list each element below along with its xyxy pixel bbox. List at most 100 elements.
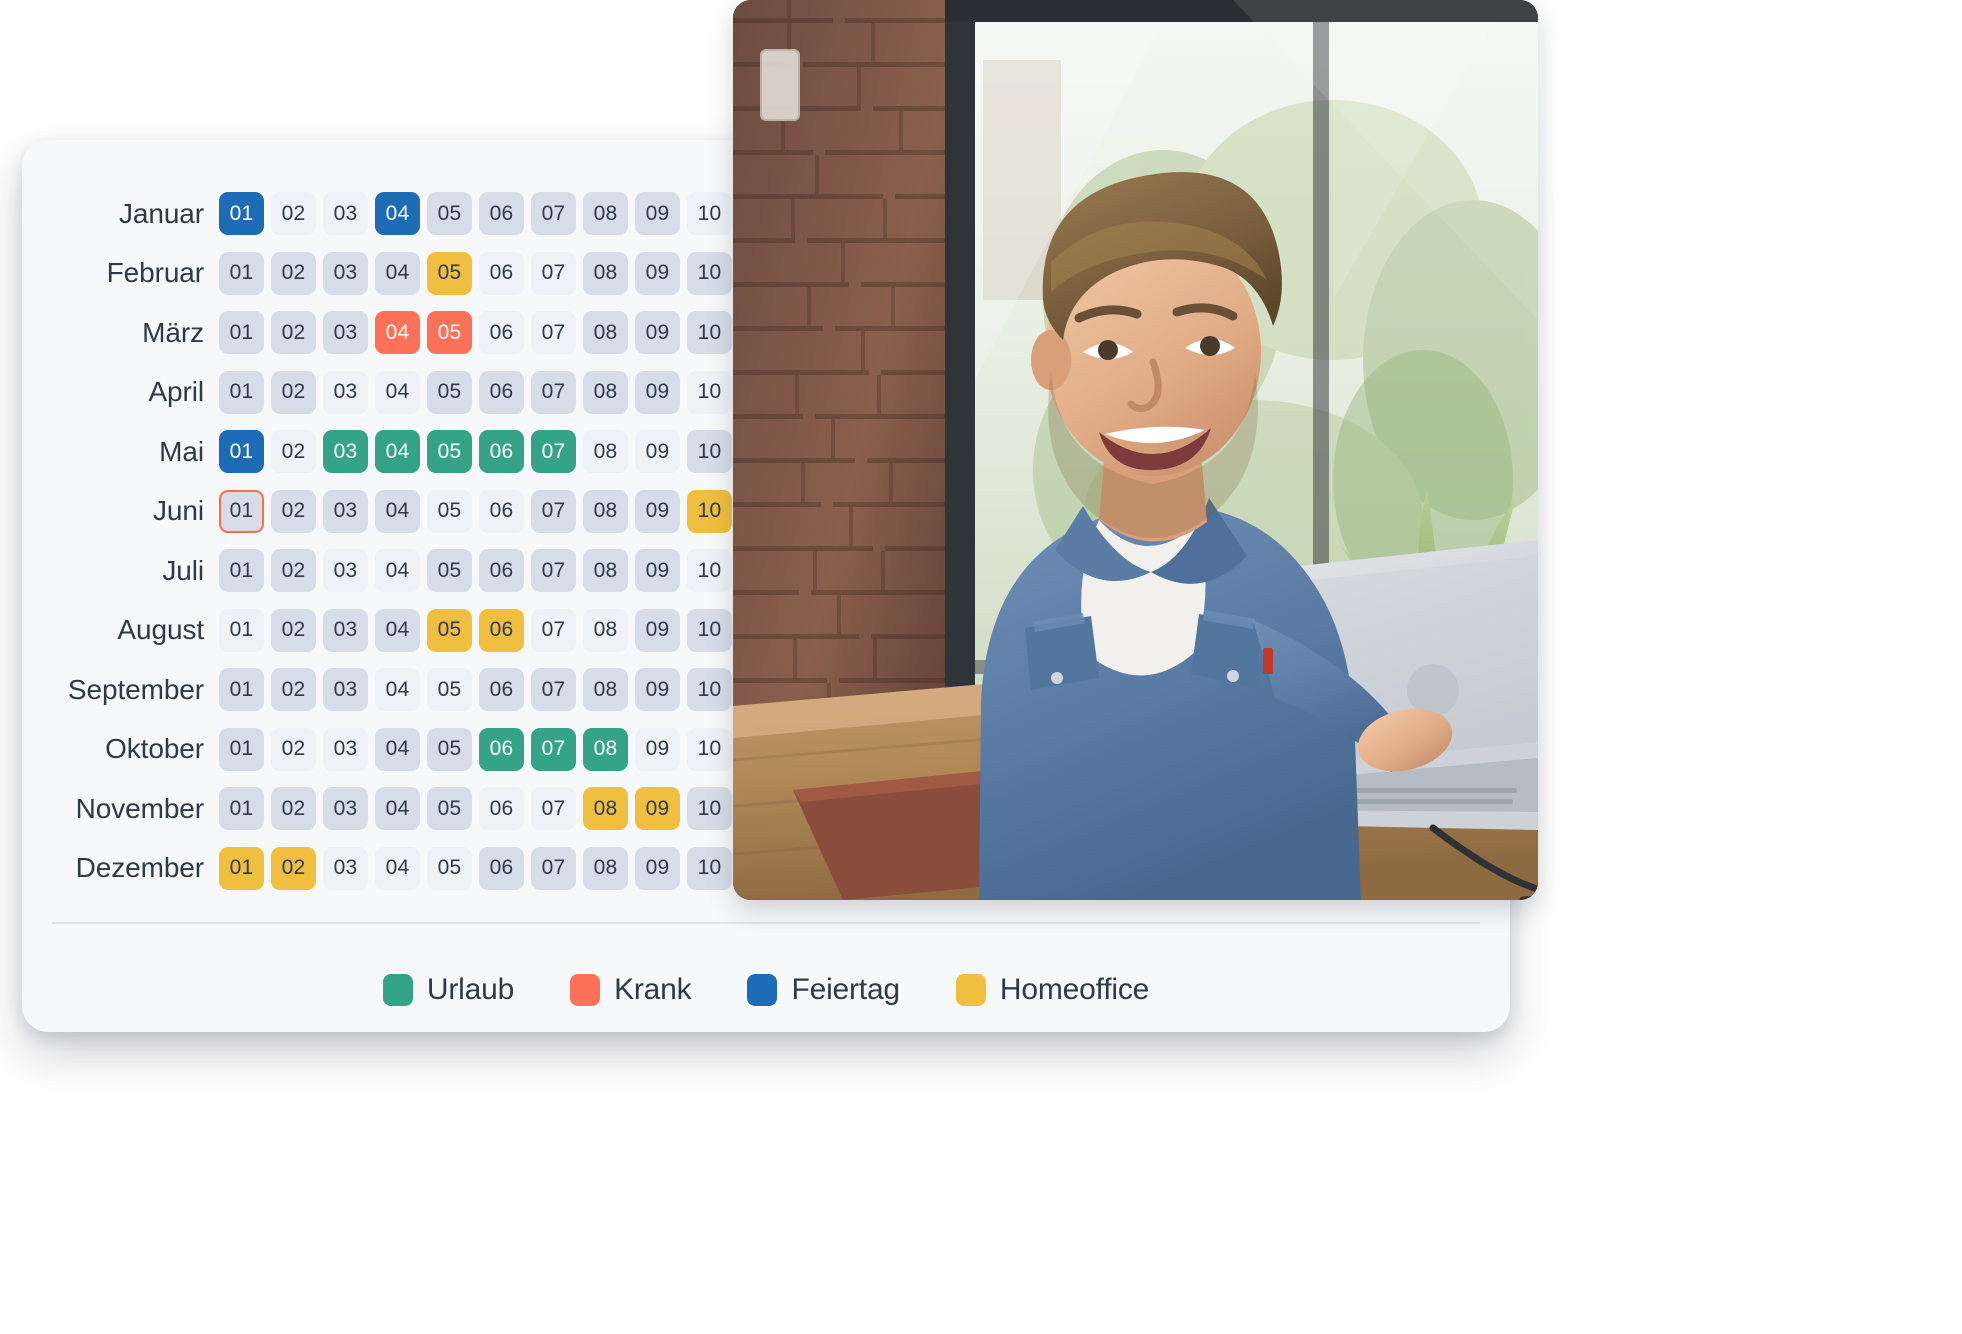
- day-cell[interactable]: 04: [375, 549, 420, 593]
- day-cell[interactable]: 04: [375, 668, 420, 712]
- day-cell[interactable]: 07: [531, 608, 576, 652]
- day-cell[interactable]: 06: [479, 430, 524, 474]
- day-cell[interactable]: 06: [479, 549, 524, 593]
- day-cell[interactable]: 03: [323, 727, 368, 771]
- day-cell[interactable]: 03: [323, 251, 368, 295]
- day-cell[interactable]: 09: [635, 370, 680, 414]
- day-cell[interactable]: 07: [531, 846, 576, 890]
- day-cell[interactable]: 04: [375, 608, 420, 652]
- day-cell[interactable]: 10: [687, 549, 732, 593]
- day-cell[interactable]: 01: [219, 549, 264, 593]
- day-cell[interactable]: 08: [583, 251, 628, 295]
- day-cell[interactable]: 03: [323, 549, 368, 593]
- day-cell[interactable]: 03: [323, 489, 368, 533]
- day-cell[interactable]: 08: [583, 192, 628, 236]
- day-cell[interactable]: 04: [375, 727, 420, 771]
- day-cell[interactable]: 04: [375, 489, 420, 533]
- day-cell[interactable]: 05: [427, 489, 472, 533]
- day-cell[interactable]: 05: [427, 311, 472, 355]
- day-cell[interactable]: 07: [531, 251, 576, 295]
- day-cell[interactable]: 07: [531, 489, 576, 533]
- day-cell[interactable]: 08: [583, 430, 628, 474]
- day-cell[interactable]: 02: [271, 251, 316, 295]
- day-cell[interactable]: 02: [271, 787, 316, 831]
- day-cell[interactable]: 04: [375, 370, 420, 414]
- day-cell[interactable]: 09: [635, 430, 680, 474]
- day-cell[interactable]: 07: [531, 311, 576, 355]
- day-cell[interactable]: 01: [219, 846, 264, 890]
- day-cell[interactable]: 03: [323, 311, 368, 355]
- day-cell[interactable]: 08: [583, 787, 628, 831]
- day-cell[interactable]: 08: [583, 668, 628, 712]
- day-cell[interactable]: 10: [687, 192, 732, 236]
- day-cell[interactable]: 02: [271, 727, 316, 771]
- day-cell[interactable]: 01: [219, 192, 264, 236]
- day-cell[interactable]: 09: [635, 549, 680, 593]
- day-cell[interactable]: 06: [479, 489, 524, 533]
- day-cell[interactable]: 02: [271, 370, 316, 414]
- day-cell[interactable]: 06: [479, 370, 524, 414]
- day-cell[interactable]: 07: [531, 787, 576, 831]
- day-cell[interactable]: 08: [583, 370, 628, 414]
- day-cell[interactable]: 03: [323, 668, 368, 712]
- day-cell[interactable]: 02: [271, 192, 316, 236]
- day-cell[interactable]: 01: [219, 251, 264, 295]
- day-cell[interactable]: 09: [635, 727, 680, 771]
- day-cell[interactable]: 01: [219, 727, 264, 771]
- day-cell[interactable]: 04: [375, 311, 420, 355]
- day-cell[interactable]: 05: [427, 251, 472, 295]
- day-cell[interactable]: 06: [479, 608, 524, 652]
- day-cell[interactable]: 06: [479, 787, 524, 831]
- day-cell[interactable]: 06: [479, 668, 524, 712]
- day-cell[interactable]: 10: [687, 668, 732, 712]
- day-cell[interactable]: 03: [323, 430, 368, 474]
- day-cell[interactable]: 09: [635, 668, 680, 712]
- day-cell[interactable]: 02: [271, 549, 316, 593]
- day-cell[interactable]: 10: [687, 608, 732, 652]
- day-cell[interactable]: 03: [323, 192, 368, 236]
- day-cell[interactable]: 10: [687, 311, 732, 355]
- day-cell[interactable]: 01: [219, 430, 264, 474]
- day-cell[interactable]: 02: [271, 668, 316, 712]
- day-cell[interactable]: 04: [375, 846, 420, 890]
- day-cell[interactable]: 09: [635, 608, 680, 652]
- day-cell[interactable]: 05: [427, 192, 472, 236]
- day-cell[interactable]: 10: [687, 430, 732, 474]
- day-cell[interactable]: 05: [427, 668, 472, 712]
- day-cell[interactable]: 07: [531, 370, 576, 414]
- day-cell[interactable]: 06: [479, 846, 524, 890]
- day-cell[interactable]: 10: [687, 787, 732, 831]
- day-cell[interactable]: 04: [375, 430, 420, 474]
- day-cell[interactable]: 01: [219, 668, 264, 712]
- day-cell[interactable]: 06: [479, 727, 524, 771]
- day-cell[interactable]: 03: [323, 608, 368, 652]
- day-cell[interactable]: 10: [687, 251, 732, 295]
- day-cell[interactable]: 02: [271, 846, 316, 890]
- day-cell[interactable]: 04: [375, 787, 420, 831]
- day-cell[interactable]: 08: [583, 549, 628, 593]
- day-cell[interactable]: 05: [427, 787, 472, 831]
- day-cell[interactable]: 10: [687, 489, 732, 533]
- day-cell[interactable]: 04: [375, 192, 420, 236]
- day-cell[interactable]: 09: [635, 489, 680, 533]
- day-cell[interactable]: 01: [219, 608, 264, 652]
- day-cell[interactable]: 09: [635, 787, 680, 831]
- day-cell[interactable]: 08: [583, 727, 628, 771]
- day-cell[interactable]: 07: [531, 727, 576, 771]
- day-cell[interactable]: 06: [479, 251, 524, 295]
- day-cell[interactable]: 03: [323, 370, 368, 414]
- day-cell[interactable]: 07: [531, 192, 576, 236]
- day-cell[interactable]: 06: [479, 192, 524, 236]
- day-cell[interactable]: 10: [687, 846, 732, 890]
- day-cell[interactable]: 05: [427, 727, 472, 771]
- day-cell[interactable]: 06: [479, 311, 524, 355]
- day-cell[interactable]: 01: [219, 311, 264, 355]
- day-cell[interactable]: 07: [531, 668, 576, 712]
- day-cell[interactable]: 09: [635, 192, 680, 236]
- day-cell[interactable]: 10: [687, 727, 732, 771]
- day-cell[interactable]: 08: [583, 846, 628, 890]
- day-cell[interactable]: 05: [427, 846, 472, 890]
- day-cell[interactable]: 04: [375, 251, 420, 295]
- day-cell[interactable]: 08: [583, 311, 628, 355]
- day-cell[interactable]: 01: [219, 787, 264, 831]
